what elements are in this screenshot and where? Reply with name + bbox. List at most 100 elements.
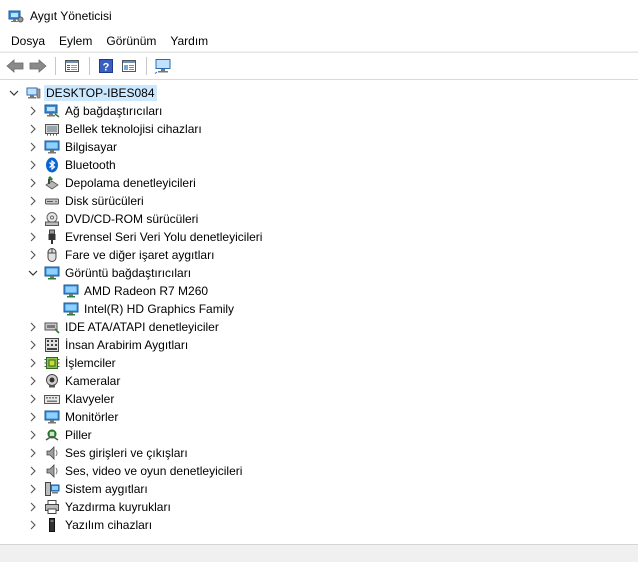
menu-gorunum[interactable]: Görünüm <box>99 32 163 50</box>
keyboard-icon <box>44 391 60 407</box>
ide-controller-icon <box>44 319 60 335</box>
tree-item-label: Sistem aygıtları <box>65 482 148 496</box>
chevron-right-icon[interactable] <box>28 502 38 512</box>
tree-item-kameralar[interactable]: Kameralar <box>0 372 638 390</box>
back-button[interactable] <box>4 55 26 77</box>
tree-item-goruntu[interactable]: Görüntü bağdaştırıcıları <box>0 264 638 282</box>
display-adapter-icon <box>44 265 60 281</box>
help-button[interactable]: ? <box>95 55 117 77</box>
svg-text:?: ? <box>103 62 110 74</box>
chevron-right-icon[interactable] <box>28 142 38 152</box>
tree-item-islemciler[interactable]: İşlemciler <box>0 354 638 372</box>
tree-item-label: Piller <box>65 428 92 442</box>
chevron-right-icon[interactable] <box>28 358 38 368</box>
chevron-right-icon[interactable] <box>28 466 38 476</box>
menu-bar: Dosya Eylem Görünüm Yardım <box>0 31 638 52</box>
memory-device-icon <box>44 121 60 137</box>
tree-item-insan[interactable]: İnsan Arabirim Aygıtları <box>0 336 638 354</box>
tree-item-label: İnsan Arabirim Aygıtları <box>65 338 189 352</box>
tree-item-sistem[interactable]: Sistem aygıtları <box>0 480 638 498</box>
root-label: DESKTOP-IBES084 <box>44 85 157 101</box>
chevron-right-icon[interactable] <box>28 322 38 332</box>
show-hide-button[interactable] <box>118 55 140 77</box>
tree-child-amd[interactable]: AMD Radeon R7 M260 <box>0 282 638 300</box>
chevron-right-icon[interactable] <box>28 124 38 134</box>
tree-item-monitorler[interactable]: Monitörler <box>0 408 638 426</box>
tree-item-label: Ses, video ve oyun denetleyicileri <box>65 464 243 478</box>
tree-item-dvd[interactable]: DVD/CD-ROM sürücüleri <box>0 210 638 228</box>
tree-item-bluetooth[interactable]: Bluetooth <box>0 156 638 174</box>
tree-root[interactable]: DESKTOP-IBES084 <box>0 84 638 102</box>
tree-item-label: Bilgisayar <box>65 140 118 154</box>
forward-button[interactable] <box>27 55 49 77</box>
properties-icon <box>65 60 79 72</box>
toolbar-separator <box>146 57 147 75</box>
tree-item-ses-giris[interactable]: Ses girişleri ve çıkışları <box>0 444 638 462</box>
system-device-icon <box>44 481 60 497</box>
camera-icon <box>44 373 60 389</box>
chevron-right-icon[interactable] <box>28 214 38 224</box>
tree-item-label: Ses girişleri ve çıkışları <box>65 446 188 460</box>
device-manager-icon <box>8 8 24 24</box>
chevron-right-icon[interactable] <box>28 520 38 530</box>
tree-item-label: Görüntü bağdaştırıcıları <box>65 266 192 280</box>
tree-item-label: Yazdırma kuyrukları <box>65 500 171 514</box>
chevron-right-icon[interactable] <box>28 160 38 170</box>
tree-item-fare[interactable]: Fare ve diğer işaret aygıtları <box>0 246 638 264</box>
tree-item-label: Monitörler <box>65 410 119 424</box>
tree-item-yazilim[interactable]: Yazılım cihazları <box>0 516 638 534</box>
chevron-right-icon[interactable] <box>28 196 38 206</box>
tree-item-label: Disk sürücüleri <box>65 194 144 208</box>
printer-icon <box>44 499 60 515</box>
menu-dosya[interactable]: Dosya <box>4 32 52 50</box>
tree-item-yazdirma[interactable]: Yazdırma kuyrukları <box>0 498 638 516</box>
tree-item-bellek[interactable]: Bellek teknolojisi cihazları <box>0 120 638 138</box>
tree-item-ses-video[interactable]: Ses, video ve oyun denetleyicileri <box>0 462 638 480</box>
chevron-right-icon[interactable] <box>28 232 38 242</box>
chevron-right-icon[interactable] <box>28 106 38 116</box>
scan-hardware-button[interactable] <box>152 55 174 77</box>
help-icon: ? <box>99 59 113 74</box>
tree-item-klavyeler[interactable]: Klavyeler <box>0 390 638 408</box>
monitor-icon <box>44 409 60 425</box>
chevron-right-icon[interactable] <box>28 376 38 386</box>
properties-button[interactable] <box>61 55 83 77</box>
tree-item-depolama[interactable]: Depolama denetleyicileri <box>0 174 638 192</box>
tree-item-ide[interactable]: IDE ATA/ATAPI denetleyiciler <box>0 318 638 336</box>
tree-item-ag[interactable]: Ağ bağdaştırıcıları <box>0 102 638 120</box>
device-tree: DESKTOP-IBES084 Ağ bağdaştırıcıları Bell… <box>0 82 638 544</box>
title-bar: Aygıt Yöneticisi <box>0 0 638 31</box>
tree-item-piller[interactable]: Piller <box>0 426 638 444</box>
chevron-right-icon[interactable] <box>28 250 38 260</box>
chevron-down-icon[interactable] <box>9 88 19 98</box>
chevron-right-icon[interactable] <box>28 448 38 458</box>
tree-item-disk[interactable]: Disk sürücüleri <box>0 192 638 210</box>
speaker-icon <box>44 463 60 479</box>
chevron-right-icon[interactable] <box>28 484 38 494</box>
chevron-right-icon[interactable] <box>28 430 38 440</box>
chevron-right-icon[interactable] <box>28 394 38 404</box>
chevron-down-icon[interactable] <box>28 268 38 278</box>
speaker-icon <box>44 445 60 461</box>
tree-item-label: Bellek teknolojisi cihazları <box>65 122 202 136</box>
tree-item-bilgisayar[interactable]: Bilgisayar <box>0 138 638 156</box>
hid-icon <box>44 337 60 353</box>
tree-item-label: Fare ve diğer işaret aygıtları <box>65 248 215 262</box>
tree-item-label: İşlemciler <box>65 356 116 370</box>
display-adapter-icon <box>63 301 79 317</box>
chevron-right-icon[interactable] <box>28 178 38 188</box>
tree-item-usb[interactable]: Evrensel Seri Veri Yolu denetleyicileri <box>0 228 638 246</box>
menu-eylem[interactable]: Eylem <box>52 32 99 50</box>
chevron-right-icon[interactable] <box>28 340 38 350</box>
battery-icon <box>44 427 60 443</box>
tree-child-intel[interactable]: Intel(R) HD Graphics Family <box>0 300 638 318</box>
chevron-right-icon[interactable] <box>28 412 38 422</box>
tree-item-label: Depolama denetleyicileri <box>65 176 196 190</box>
menu-yardim[interactable]: Yardım <box>163 32 215 50</box>
tree-item-label: Yazılım cihazları <box>65 518 153 532</box>
status-bar <box>0 544 638 562</box>
network-adapter-icon <box>44 103 60 119</box>
disk-drive-icon <box>44 193 60 209</box>
tree-child-label: AMD Radeon R7 M260 <box>84 284 209 298</box>
usb-icon <box>44 229 60 245</box>
